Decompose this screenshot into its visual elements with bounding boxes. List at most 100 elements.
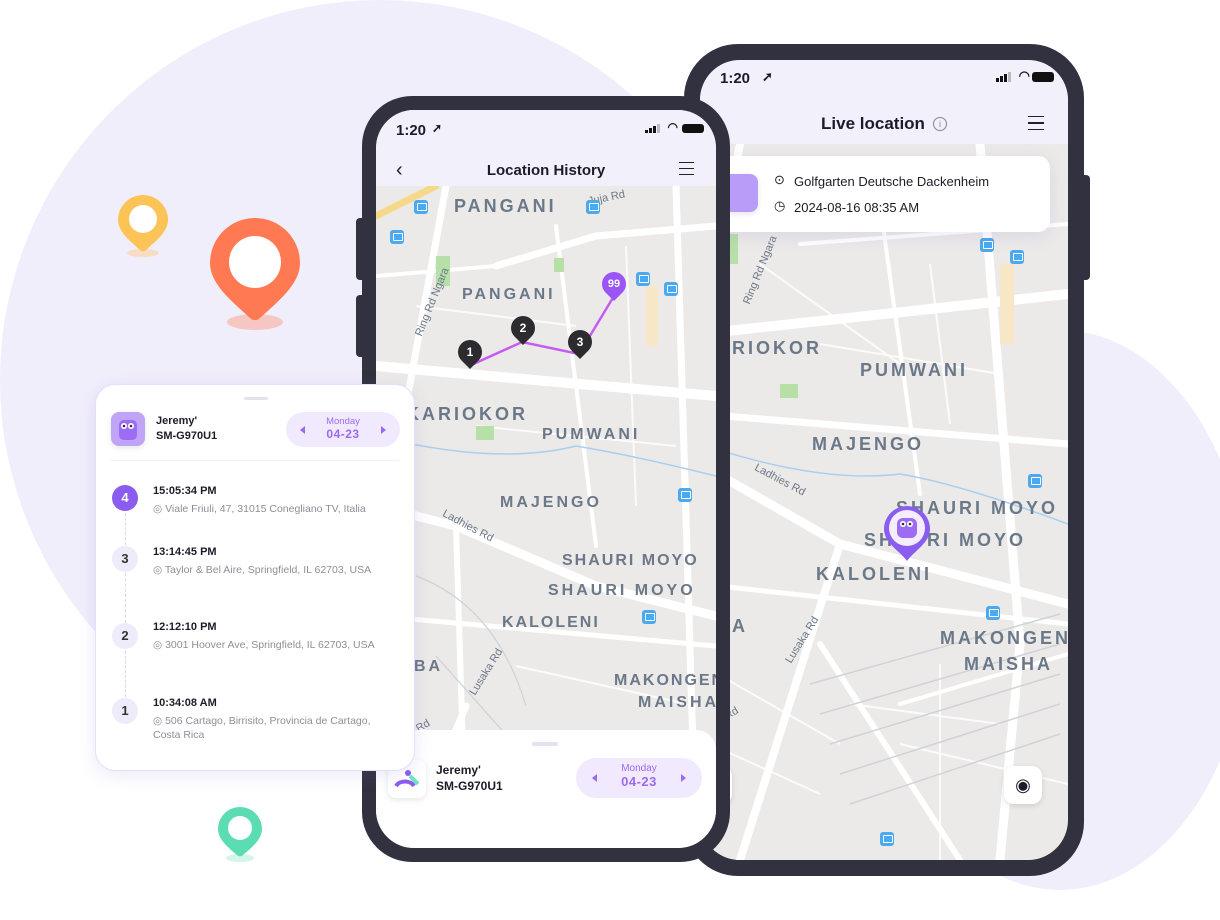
map-label: SHAURI MOYO (548, 582, 696, 599)
nav-bar: ‹ Location History (376, 154, 716, 186)
history-timeline-card: Jeremy' SM-G970U1 Monday 04-23 4 15:05:3… (95, 384, 415, 771)
menu-icon[interactable] (679, 162, 694, 175)
history-marker-latest[interactable]: 99 (597, 267, 631, 301)
drag-handle[interactable] (532, 742, 558, 746)
bus-stop-icon (642, 610, 656, 624)
map-label: PUMWANI (860, 360, 968, 380)
map-label: KARIOKOR (406, 404, 528, 424)
device-name: Jeremy' (436, 763, 481, 777)
map-label: MAKONGENI (940, 628, 1068, 648)
battery-icon (1032, 72, 1054, 82)
map-label: BA (414, 658, 444, 675)
bottom-sheet: Jeremy' SM-G970U1 Monday 04-23 (376, 730, 716, 848)
drag-handle[interactable] (244, 397, 268, 400)
timeline-number: 3 (112, 546, 138, 572)
phone-location-history: 1:20 ➚ ◠ ‹ Location History PANGANI PANG… (362, 96, 730, 862)
next-day-icon[interactable] (681, 774, 686, 782)
locate-button[interactable]: ◉ (1004, 766, 1042, 804)
green-location-pin-icon (218, 807, 262, 862)
orange-location-pin-icon (210, 218, 300, 330)
location-arrow-icon: ➚ (762, 69, 773, 84)
signal-icon (645, 124, 660, 133)
menu-icon[interactable] (1028, 116, 1044, 130)
map-label: PANGANI (454, 196, 557, 216)
current-location-avatar-pin[interactable] (882, 504, 932, 566)
signal-icon (996, 72, 1012, 82)
device-avatar (111, 412, 145, 446)
bus-stop-icon (980, 238, 994, 252)
map-label: KALOLENI (816, 564, 932, 584)
date-selector[interactable]: Monday 04-23 (286, 412, 400, 447)
status-time: 1:20 (720, 70, 751, 87)
bus-stop-icon (664, 282, 678, 296)
map-label: MAKONGENI (614, 672, 716, 689)
timeline-address: ◎ Taylor & Bel Aire, Springfield, IL 627… (153, 564, 372, 576)
map-label: MAISHA (964, 654, 1053, 674)
map-label: PUMWANI (542, 426, 641, 443)
timeline-number: 2 (112, 623, 138, 649)
date-selector[interactable]: Monday 04-23 (576, 758, 702, 798)
wifi-icon: ◠ (1018, 68, 1030, 83)
prev-day-icon[interactable] (592, 774, 597, 782)
timeline-connector (125, 513, 126, 545)
pin-outline-icon: ⊙ (774, 172, 785, 187)
map-label: SHAURI MOYO (562, 552, 699, 569)
timeline-number: 1 (112, 698, 138, 724)
status-bar: 1:20 ➚ ◠ (700, 60, 1068, 104)
location-arrow-icon: ➚ (432, 121, 443, 135)
bus-stop-icon (586, 200, 600, 214)
history-marker[interactable]: 1 (453, 335, 487, 369)
map-label: KALOLENI (502, 614, 600, 631)
device-model: SM-G970U1 (156, 430, 218, 442)
next-day-icon[interactable] (381, 425, 386, 434)
info-icon[interactable]: i (932, 117, 947, 131)
route-line (468, 295, 616, 368)
device-info: Jeremy' SM-G970U1 (156, 414, 217, 444)
live-map[interactable]: PANGANI KARIOKOR PUMWANI MAJENGO SHAURI … (700, 144, 1068, 860)
location-timestamp: 2024-08-16 08:35 AM (794, 200, 920, 215)
location-name: Golfgarten Deutsche Dackenheim (794, 174, 990, 189)
bus-stop-icon (678, 488, 692, 502)
phone-live-location: 1:20 ➚ ◠ ‹ Live location i (684, 44, 1084, 876)
map-label: MAISHA (638, 694, 716, 711)
status-time: 1:20 (396, 122, 427, 139)
bus-stop-icon (986, 606, 1000, 620)
device-name: Jeremy' (156, 415, 198, 427)
timeline-connector (125, 573, 126, 623)
map-label: MAJENGO (500, 494, 602, 511)
device-model: SM-G970U1 (436, 779, 503, 793)
history-marker[interactable]: 3 (563, 325, 597, 359)
timeline-time: 10:34:08 AM (153, 697, 217, 709)
live-location-info-card: ⊙ Golfgarten Deutsche Dackenheim ◷ 2024-… (710, 156, 1050, 232)
timeline-number: 4 (112, 485, 138, 511)
timeline-address: ◎ 3001 Hoover Ave, Springfield, IL 62703… (153, 639, 375, 651)
crosshair-icon: ◉ (1015, 774, 1031, 795)
status-bar: 1:20 ➚ ◠ (376, 110, 716, 154)
back-icon[interactable]: ‹ (396, 159, 403, 182)
clock-icon: ◷ (774, 198, 786, 213)
bus-stop-icon (390, 230, 404, 244)
device-info: Jeremy' SM-G970U1 (436, 762, 503, 794)
prev-day-icon[interactable] (300, 425, 305, 434)
bus-stop-icon (1028, 474, 1042, 488)
timeline-time: 12:12:10 PM (153, 621, 217, 633)
divider (111, 460, 399, 461)
timeline-time: 15:05:34 PM (153, 485, 217, 497)
yellow-location-pin-icon (118, 195, 168, 257)
timeline-address: ◎ 506 Cartago, Birrisito, Provincia de C… (153, 715, 371, 741)
bus-stop-icon (880, 832, 894, 846)
bus-stop-icon (636, 272, 650, 286)
page-title: Live location (821, 114, 925, 133)
battery-icon (682, 124, 704, 133)
map-label: MAJENGO (812, 434, 925, 454)
map-label: PANGANI (462, 286, 556, 303)
bus-stop-icon (1010, 250, 1024, 264)
timeline-time: 13:14:45 PM (153, 546, 217, 558)
page-title: Location History (486, 161, 606, 179)
wifi-icon: ◠ (667, 120, 678, 134)
day-label: Monday (621, 763, 657, 774)
timeline-address: ◎ Viale Friuli, 47, 31015 Conegliano TV,… (153, 503, 366, 515)
nav-bar: ‹ Live location i (700, 104, 1068, 144)
bus-stop-icon (414, 200, 428, 214)
history-marker[interactable]: 2 (506, 311, 540, 345)
